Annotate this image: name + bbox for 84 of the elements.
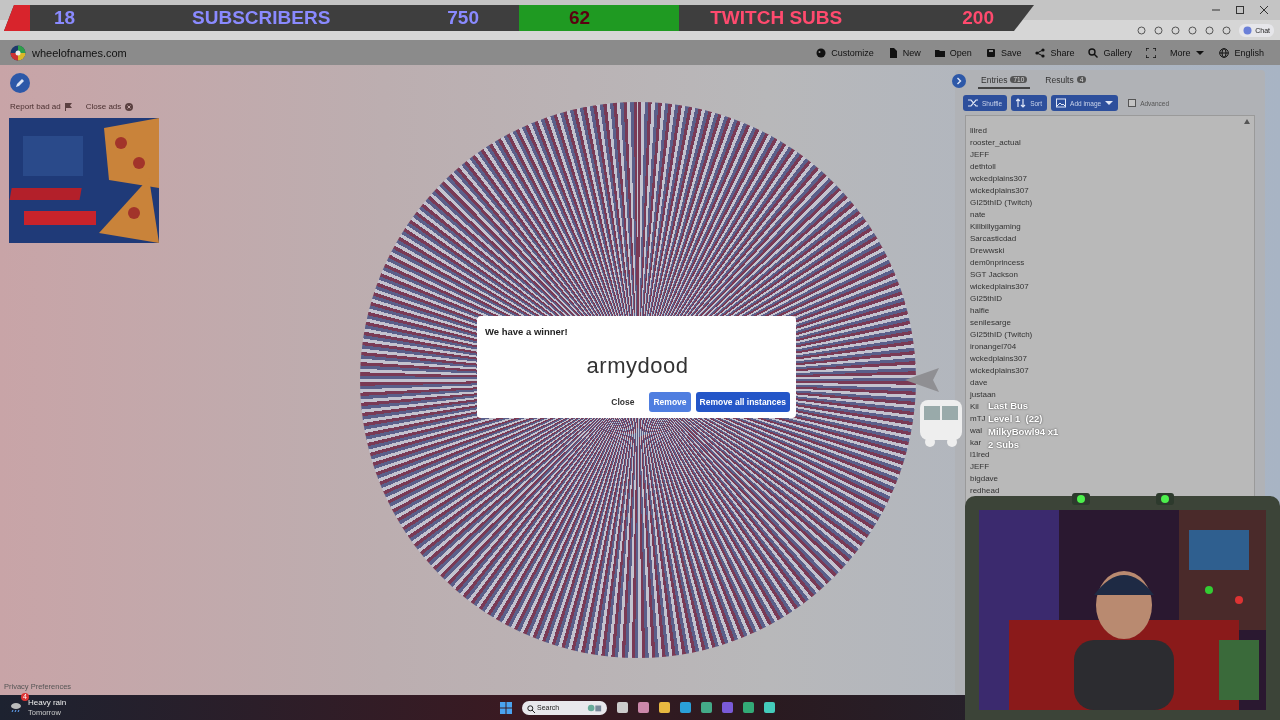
share-icon (1035, 47, 1046, 58)
save-icon (985, 47, 996, 58)
minimize-icon (1212, 6, 1220, 14)
entry-text: SGT Jackson (970, 269, 1018, 281)
entry-text: GI25thID (Twitch) (970, 329, 1033, 341)
entry-text: Kil (970, 401, 979, 413)
search-icon (527, 704, 535, 713)
bus-alert-text: 2 Subs (988, 438, 1021, 451)
shuffle-icon (968, 98, 978, 108)
entry-text: wal (970, 425, 982, 437)
entry-text: GI25thID (970, 293, 1002, 305)
image-icon (1056, 98, 1067, 108)
weather-title: Heavy rain (28, 698, 67, 708)
edit-button[interactable] (10, 73, 30, 93)
search-icon (1088, 47, 1099, 58)
entry-text: dave (970, 377, 988, 389)
logo-icon (10, 44, 26, 61)
bus-icon (918, 398, 964, 450)
entry-text: GI25thID (Twitch) (970, 197, 1033, 209)
entry-text: kar (970, 437, 982, 449)
flag-icon (64, 102, 72, 111)
entry-text: Drewwski (970, 245, 1005, 257)
entry-text: justaan (970, 389, 996, 401)
close-icon (1260, 6, 1268, 14)
remove-button[interactable]: Remove (649, 392, 691, 412)
goal-label: TWITCH SUBS (710, 7, 843, 29)
entry-text: dem0nprincess (970, 257, 1025, 269)
close-button[interactable]: Close (607, 392, 639, 412)
entry-text: Sarcasticdad (970, 233, 1017, 245)
entry-text: wckedplains307 (970, 353, 1027, 365)
bus-alert-text: Last Bus (988, 399, 1030, 412)
menu-button[interactable]: Save (985, 47, 1022, 58)
goal-target: 200 (962, 7, 994, 29)
entry-text: JEFF (970, 461, 990, 473)
menu-button[interactable]: More (1169, 47, 1206, 58)
site-name[interactable]: wheelofnames.com (32, 46, 127, 59)
entry-text: wickedplains307 (970, 281, 1029, 293)
globe-icon (1219, 47, 1230, 58)
sort-icon (1016, 98, 1027, 108)
menu-button[interactable]: Share (1035, 47, 1075, 58)
bus-alert-text: MilkyBowl94 x1 (988, 425, 1059, 438)
close-icon (125, 102, 134, 111)
entry-text: wckedplains307 (970, 173, 1027, 185)
menu-button[interactable]: Customize (816, 47, 874, 58)
entry-text: redhead (970, 485, 1000, 497)
close-ads-link[interactable]: Close ads (85, 102, 134, 111)
entry-text: lilred (970, 125, 987, 137)
entry-text: halfie (970, 305, 990, 317)
scroll-up-icon (1244, 119, 1250, 124)
rain-cloud-icon (10, 700, 22, 713)
entry-text: l1lred (970, 449, 990, 461)
goal-count: 18 (54, 7, 76, 29)
lamp-icon (1072, 493, 1090, 505)
fullscreen-icon[interactable] (1145, 47, 1156, 58)
entry-text: senilesarge (970, 317, 1011, 329)
menu-button[interactable]: English (1219, 47, 1264, 58)
entry-text: rooster_actual (970, 137, 1021, 149)
entry-text: ironangel704 (970, 341, 1017, 353)
windows-icon[interactable] (500, 701, 512, 714)
goal-count: 62 (569, 7, 591, 29)
collapse-button[interactable] (952, 73, 966, 88)
maximize-icon (1236, 6, 1244, 14)
menu-button[interactable]: Open (934, 47, 972, 58)
pointer-icon (905, 368, 939, 392)
entry-text: wickedplains307 (970, 185, 1029, 197)
report-ad-link[interactable]: Report bad ad (10, 102, 72, 111)
entry-text: bigdave (970, 473, 999, 485)
entry-text: nate (970, 209, 986, 221)
entry-text: dethtoll (970, 161, 996, 173)
dialog-title: We have a winner! (485, 326, 569, 337)
menu-button[interactable]: Gallery (1088, 47, 1132, 58)
entry-text: wickedplains307 (970, 365, 1029, 377)
winner-name: armydood (585, 353, 690, 379)
checkbox[interactable] (1128, 99, 1137, 107)
goal-target: 750 (447, 7, 479, 29)
entry-text: Killbillygaming (970, 221, 1021, 233)
entry-text: mTJ (970, 413, 986, 425)
lamp-icon (1156, 493, 1174, 505)
remove-button[interactable]: Remove all instances (695, 392, 790, 412)
bus-alert-text: Level 1 (22) (988, 412, 1044, 425)
file-icon (887, 47, 898, 58)
entry-text: JEFF (970, 149, 990, 161)
goal-label: SUBSCRIBERS (192, 7, 331, 29)
menu-button[interactable]: New (887, 47, 921, 58)
